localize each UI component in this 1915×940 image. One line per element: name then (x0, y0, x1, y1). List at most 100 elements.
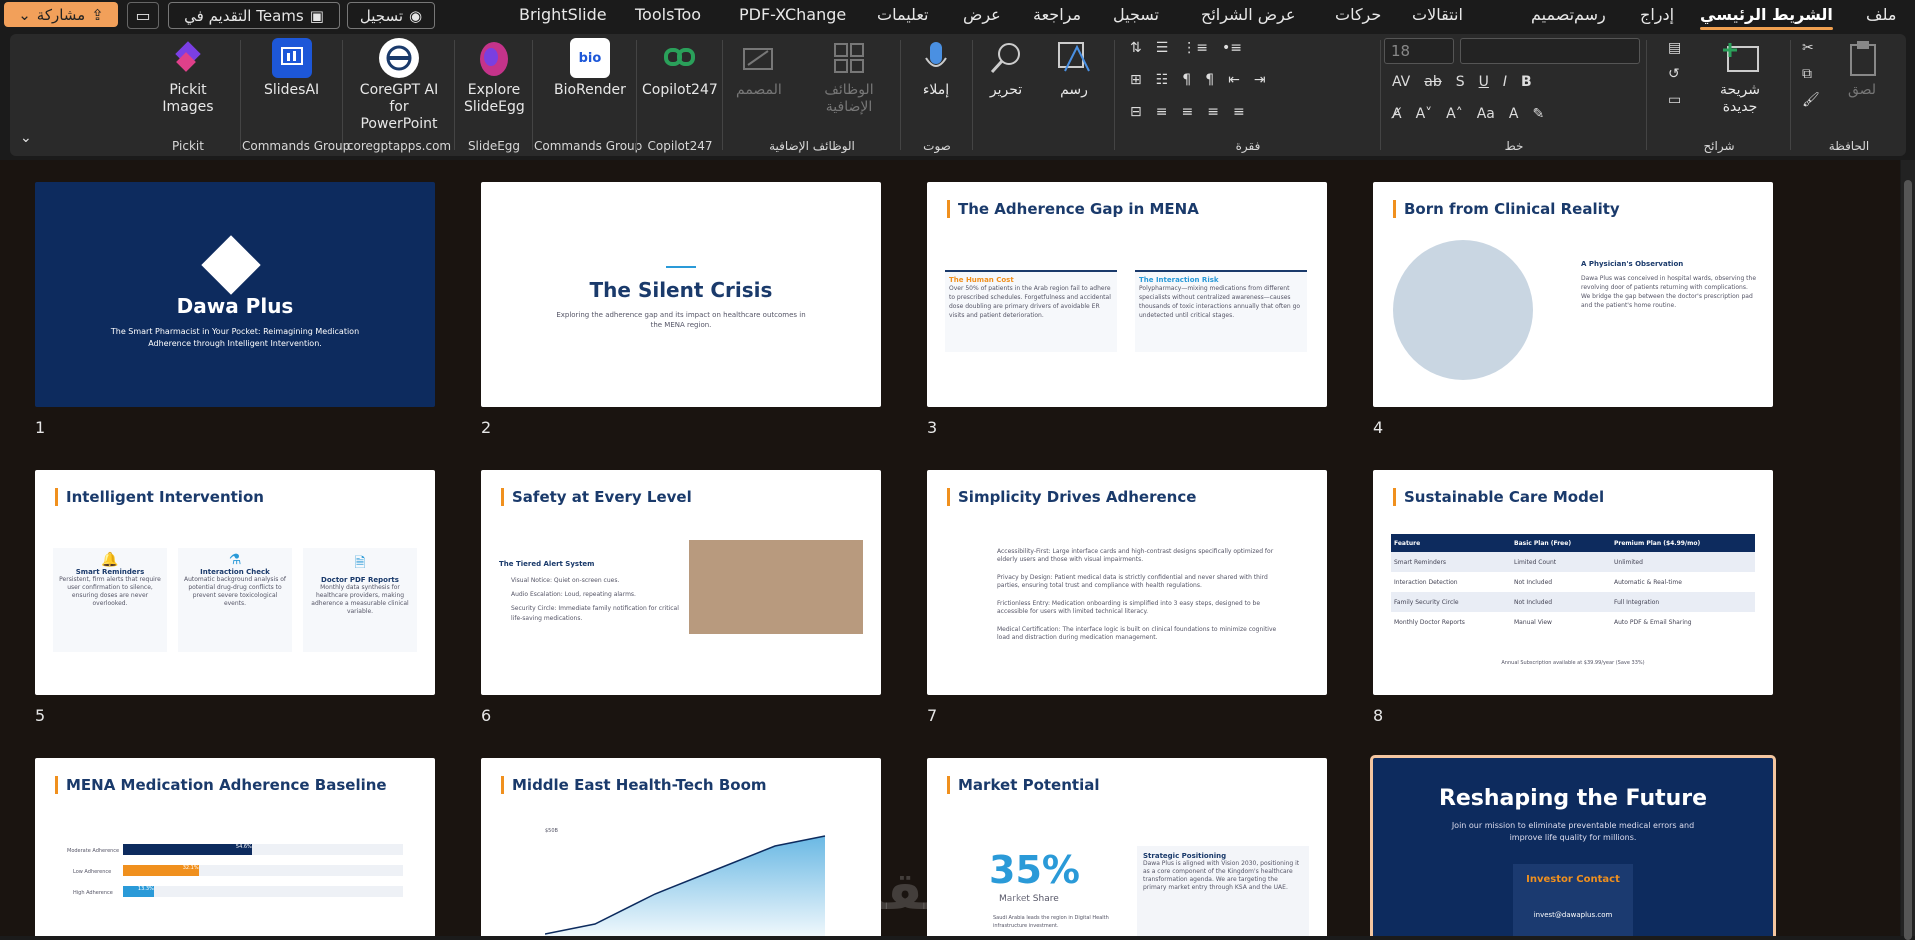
rtl-icon[interactable]: ¶ (1205, 72, 1214, 88)
smartart-icon[interactable]: ⊟ (1130, 104, 1142, 120)
new-slide-button[interactable]: شريحة جديدة (1710, 38, 1770, 116)
section-icon[interactable]: ▭ (1668, 92, 1681, 108)
comments-button[interactable]: ▭ (127, 2, 159, 29)
tab-toolstoo[interactable]: ToolsToo (635, 5, 701, 24)
slide-thumbnail-3[interactable]: The Adherence Gap in MENA The Human Cost… (927, 182, 1327, 407)
font-color-icon[interactable]: A (1509, 106, 1519, 122)
feature-title: Interaction Check (200, 568, 270, 576)
dictate-label: إملاء (922, 82, 950, 98)
designer-button[interactable]: المصمم (736, 38, 782, 99)
reset-icon[interactable]: ↺ (1668, 66, 1681, 82)
pickit-images-label: Pickit Images (162, 82, 214, 115)
slide-thumbnail-9[interactable]: MENA Medication Adherence Baseline Moder… (35, 758, 435, 936)
scrollbar-thumb[interactable] (1904, 180, 1912, 940)
layout-icon[interactable]: ▤ (1668, 40, 1681, 56)
change-case-icon[interactable]: Aa (1477, 106, 1495, 122)
slide-thumbnail-1[interactable]: Dawa Plus The Smart Pharmacist in Your P… (35, 182, 435, 407)
group-slides: ▤ ↺ ▭ شريحة جديدة شرائح (1648, 34, 1790, 156)
group-label-slidesai: Commands Group (242, 139, 351, 153)
tab-help[interactable]: تعليمات (877, 5, 928, 24)
table-row: Monthly Doctor Reports Manual View Auto PD… (1391, 612, 1755, 632)
copy-icon[interactable]: ⧉ (1802, 66, 1820, 82)
table-cell: Not Included (1514, 578, 1553, 586)
tab-view[interactable]: عرض (963, 5, 1001, 24)
format-painter-icon[interactable]: 🖌 (1802, 92, 1820, 108)
italic-button[interactable]: I (1503, 74, 1507, 90)
slide-thumbnail-10[interactable]: Middle East Health-Tech Boom $50B (481, 758, 881, 936)
slide-thumbnail-4[interactable]: Born from Clinical Reality A Physician's… (1373, 182, 1773, 407)
decrease-font-icon[interactable]: A˅ (1416, 106, 1433, 122)
tab-draw[interactable]: رسم (1574, 5, 1606, 24)
align-left-icon[interactable]: ≡ (1181, 104, 1193, 120)
shadow-button[interactable]: S (1456, 74, 1465, 90)
slide-thumbnail-6[interactable]: Safety at Every Level The Tiered Alert S… (481, 470, 881, 695)
line-spacing-icon[interactable]: ☰ (1156, 40, 1169, 56)
slide-thumbnail-2[interactable]: The Silent Crisis Exploring the adherenc… (481, 182, 881, 407)
tab-transitions[interactable]: انتقالات (1412, 5, 1463, 24)
decrease-indent-icon[interactable]: ⇤ (1228, 72, 1240, 88)
strategy-title: Strategic Positioning (1143, 852, 1227, 860)
font-size-input[interactable]: 18 (1384, 38, 1454, 64)
vertical-scrollbar[interactable] (1901, 160, 1915, 940)
group-label-coregpt: coregptapps.com (346, 139, 452, 153)
pickit-icon (168, 38, 208, 78)
tab-review[interactable]: مراجعة (1033, 5, 1081, 24)
bar-track: 32.1% (123, 865, 403, 876)
slide-thumbnail-7[interactable]: Simplicity Drives Adherence Accessibilit… (927, 470, 1327, 695)
cut-icon[interactable]: ✂ (1802, 40, 1820, 56)
ribbon-separator (240, 40, 241, 150)
numbered-list-icon[interactable]: ⋮≡ (1182, 40, 1208, 56)
tab-home[interactable]: الشريط الرئيسي (1700, 5, 1833, 30)
addins-button[interactable]: الوظائف الإضافية (814, 38, 884, 116)
underline-button[interactable]: U (1479, 74, 1489, 90)
flask-icon: ⚗ (228, 552, 242, 568)
justify-icon[interactable]: ≡ (1156, 104, 1168, 120)
dictate-button[interactable]: إملاء (916, 38, 956, 99)
ltr-icon[interactable]: ¶ (1182, 72, 1191, 88)
align-text-icon[interactable]: ⊞ (1130, 72, 1142, 88)
doctor-photo (1393, 240, 1533, 380)
present-in-teams-button[interactable]: التقديم في Teams ▣ (168, 2, 340, 29)
increase-font-icon[interactable]: A˄ (1446, 106, 1463, 122)
slidesai-button[interactable]: SlidesAI (264, 38, 319, 99)
copilot247-button[interactable]: Copilot247 (642, 38, 718, 99)
explore-slideegg-button[interactable]: Explore SlideEgg (464, 38, 525, 116)
group-label-copilot247: Copilot247 (647, 139, 713, 153)
tab-brightslide[interactable]: BrightSlide (519, 5, 607, 24)
coregpt-button[interactable]: CoreGPT AI for PowerPoint (352, 38, 446, 133)
paste-label: لصق (1847, 82, 1877, 98)
pickit-images-button[interactable]: Pickit Images (158, 38, 218, 116)
draw-button[interactable]: رسم (1054, 38, 1094, 99)
share-button[interactable]: ⌄ مشاركة ⇪ (4, 2, 118, 27)
bold-button[interactable]: B (1521, 74, 1532, 90)
tab-slideshow[interactable]: عرض الشرائح (1201, 5, 1295, 24)
record-button[interactable]: تسجيل ◉ (347, 2, 435, 29)
increase-indent-icon[interactable]: ⇥ (1254, 72, 1266, 88)
collapse-ribbon-icon[interactable]: ⌄ (20, 130, 32, 146)
slide-thumbnail-12[interactable]: Reshaping the Future Join our mission to… (1370, 755, 1776, 936)
clear-format-icon[interactable]: A̸ (1392, 106, 1402, 122)
strikethrough-button[interactable]: ab (1424, 74, 1441, 90)
char-spacing-icon[interactable]: AV (1392, 74, 1410, 90)
slide-thumbnail-5[interactable]: Intelligent Intervention 🔔 Smart Reminde… (35, 470, 435, 695)
tab-insert[interactable]: إدراج (1640, 5, 1674, 24)
align-right-icon[interactable]: ≡ (1233, 104, 1245, 120)
edit-button[interactable]: تحرير (986, 38, 1026, 99)
tab-design[interactable]: تصميم (1531, 5, 1574, 24)
columns-icon[interactable]: ☷ (1156, 72, 1169, 88)
table-cell: Monthly Doctor Reports (1394, 618, 1465, 626)
bulleted-list-icon[interactable]: •≡ (1222, 40, 1242, 56)
font-name-input[interactable] (1460, 38, 1640, 64)
center-icon[interactable]: ≡ (1207, 104, 1219, 120)
highlight-icon[interactable]: ✎ (1532, 106, 1544, 122)
text-direction-icon[interactable]: ⇅ (1130, 40, 1142, 56)
slide-thumbnail-8[interactable]: Sustainable Care Model Feature Basic Pla… (1373, 470, 1773, 695)
tab-pdf-xchange[interactable]: PDF-XChange (739, 5, 846, 24)
tab-file[interactable]: ملف (1866, 5, 1896, 24)
designer-icon (739, 38, 779, 78)
paste-button[interactable]: لصق (1842, 38, 1882, 99)
bar-label: Low Adherence (73, 869, 112, 875)
biorender-button[interactable]: bio BioRender (554, 38, 626, 99)
tab-animations[interactable]: حركات (1335, 5, 1381, 24)
tab-record[interactable]: تسجيل (1113, 5, 1159, 24)
